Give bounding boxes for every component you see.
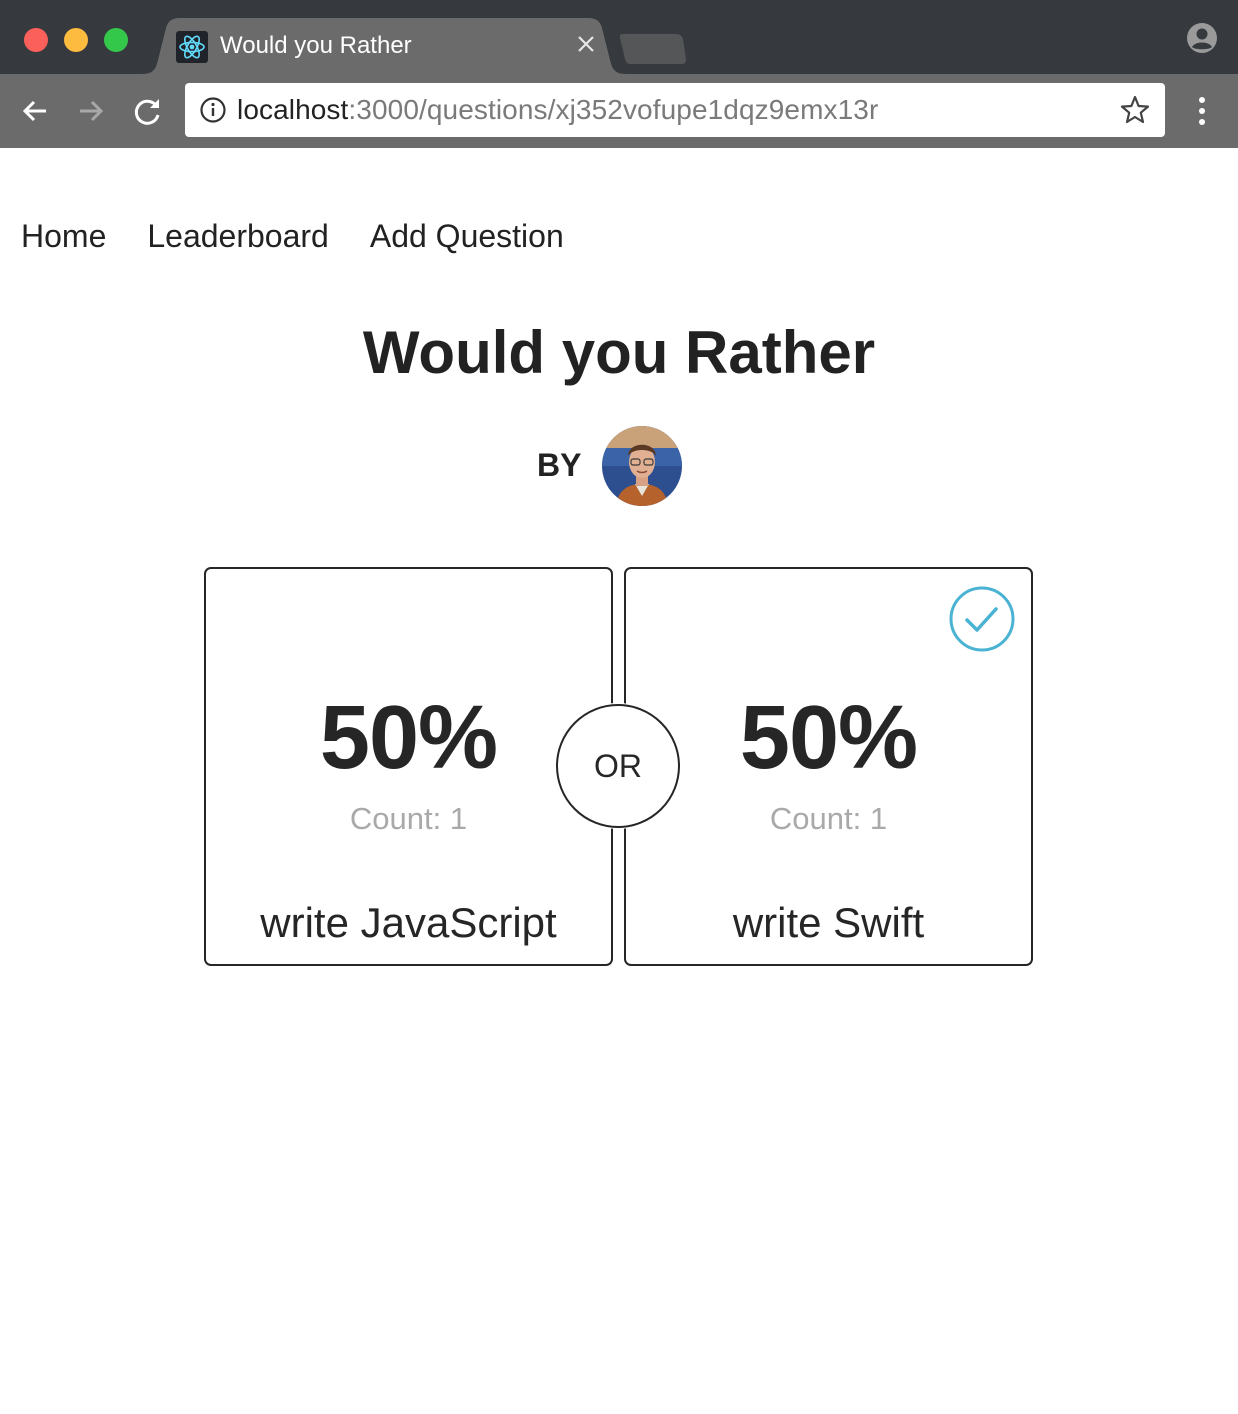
or-divider: OR (556, 704, 680, 828)
option-one-percent: 50% (319, 688, 498, 788)
count-label: Count: (769, 801, 870, 836)
maximize-window-button[interactable] (104, 28, 128, 52)
info-icon[interactable] (199, 96, 227, 124)
tab-title: Would you Rather (220, 32, 412, 59)
nav-link-leaderboard[interactable]: Leaderboard (147, 218, 328, 255)
option-one-count: Count: 1 (206, 801, 611, 837)
address-bar[interactable]: localhost:3000/questions/xj352vofupe1dqz… (185, 83, 1165, 137)
reload-icon[interactable] (130, 94, 164, 128)
page-title: Would you Rather (362, 319, 876, 386)
nav-link-add-question[interactable]: Add Question (370, 218, 564, 255)
browser-titlebar: Would you Rather (0, 0, 1238, 74)
option-two-text: write Swift (732, 899, 925, 946)
browser-tab-active[interactable]: Would you Rather (142, 18, 632, 74)
count-value: 1 (869, 801, 888, 836)
count-label: Count: (349, 801, 450, 836)
profile-icon[interactable] (1184, 20, 1220, 56)
new-tab-button[interactable] (620, 34, 688, 64)
option-card-one[interactable]: 50% Count: 1 write JavaScript (204, 567, 613, 966)
close-window-button[interactable] (24, 28, 48, 52)
url-text[interactable]: localhost:3000/questions/xj352vofupe1dqz… (237, 94, 878, 126)
react-favicon-icon (176, 31, 208, 63)
close-icon[interactable] (574, 32, 598, 56)
url-path: :3000/questions/xj352vofupe1dqz9emx13r (348, 94, 879, 125)
option-two-count: Count: 1 (626, 801, 1031, 837)
option-two-percent: 50% (739, 688, 918, 788)
minimize-window-button[interactable] (64, 28, 88, 52)
back-arrow-icon[interactable] (18, 94, 52, 128)
option-one-text: write JavaScript (260, 899, 557, 946)
count-value: 1 (449, 801, 468, 836)
browser-toolbar: localhost:3000/questions/xj352vofupe1dqz… (0, 74, 1238, 148)
forward-arrow-icon[interactable] (74, 94, 108, 128)
nav-link-home[interactable]: Home (21, 218, 106, 255)
star-icon[interactable] (1119, 94, 1151, 126)
option-card-two[interactable]: 50% Count: 1 write Swift (624, 567, 1033, 966)
check-circle-icon (948, 585, 1016, 653)
url-host: localhost (237, 94, 349, 125)
author-by-label: BY (537, 447, 582, 483)
author-avatar (602, 426, 682, 506)
app-nav: Home Leaderboard Add Question (21, 218, 564, 255)
menu-dots-icon[interactable] (1190, 94, 1214, 128)
